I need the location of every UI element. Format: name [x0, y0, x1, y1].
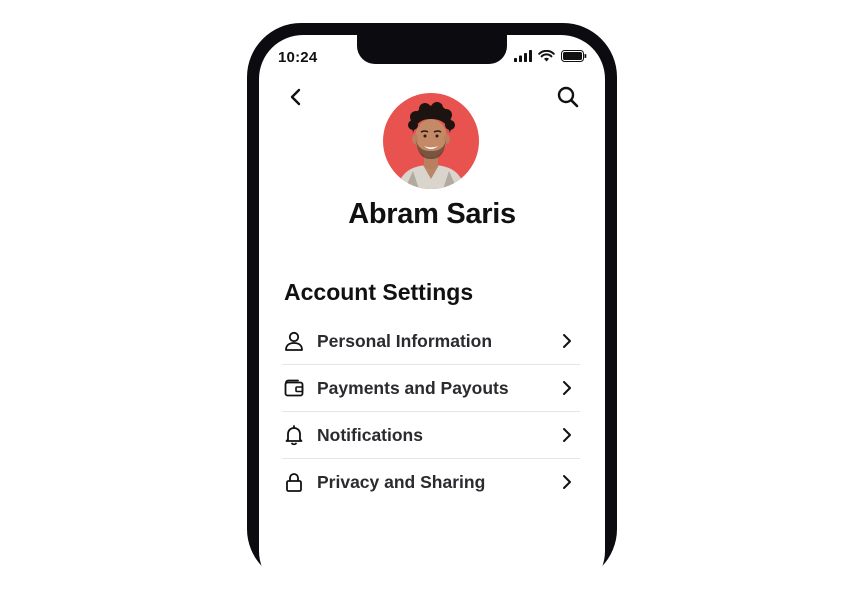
- search-button[interactable]: [552, 81, 584, 113]
- chevron-right-icon: [563, 428, 571, 442]
- chevron-right-icon: [563, 475, 571, 489]
- settings-menu: Personal Information Payments and Payout…: [282, 318, 580, 505]
- menu-item-personal-information[interactable]: Personal Information: [282, 318, 580, 365]
- menu-item-label: Personal Information: [317, 330, 493, 351]
- chevron-left-icon: [290, 88, 301, 106]
- notch: [357, 35, 507, 64]
- battery-icon: [561, 50, 587, 62]
- menu-item-label: Notifications: [317, 424, 423, 445]
- user-icon: [283, 330, 305, 352]
- search-icon: [557, 86, 579, 108]
- chevron-right-icon: [563, 334, 571, 348]
- back-button[interactable]: [280, 81, 312, 113]
- avatar-portrait: [397, 102, 465, 189]
- section-title: Account Settings: [284, 279, 474, 305]
- menu-item-payments-and-payouts[interactable]: Payments and Payouts: [282, 365, 580, 412]
- chevron-right-icon: [563, 381, 571, 395]
- signal-icon: [514, 50, 532, 62]
- status-time: 10:24: [278, 49, 318, 66]
- menu-item-privacy-and-sharing[interactable]: Privacy and Sharing: [282, 459, 580, 505]
- menu-item-notifications[interactable]: Notifications: [282, 412, 580, 459]
- phone-screen: 10:24 Abram Saris Account Settings Perso…: [259, 35, 605, 595]
- profile-name: Abram Saris: [348, 198, 516, 230]
- wifi-icon: [538, 50, 555, 62]
- wallet-icon: [283, 377, 305, 399]
- bell-icon: [283, 424, 305, 446]
- menu-item-label: Payments and Payouts: [317, 377, 509, 398]
- status-icons: [514, 50, 587, 62]
- lock-icon: [283, 471, 305, 493]
- avatar: [383, 93, 479, 189]
- phone-frame: 10:24 Abram Saris Account Settings Perso…: [247, 23, 617, 595]
- menu-item-label: Privacy and Sharing: [317, 471, 486, 492]
